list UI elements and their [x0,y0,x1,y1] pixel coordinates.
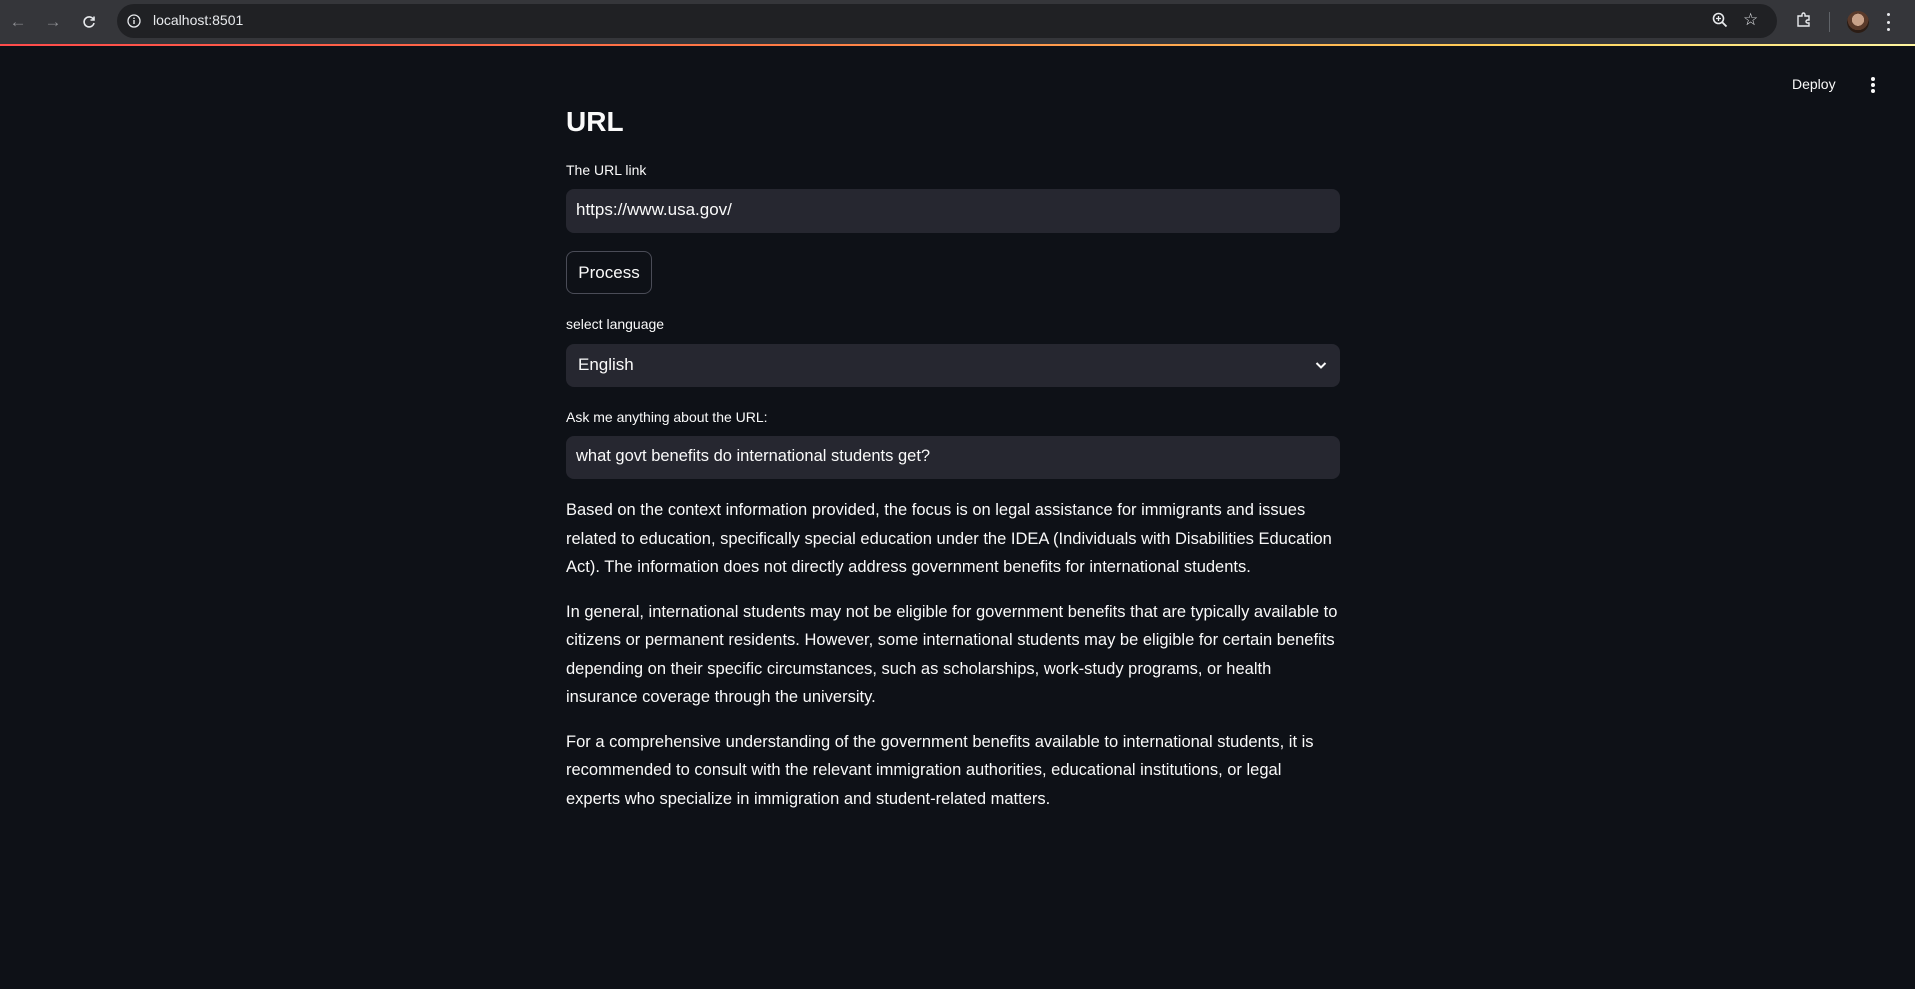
browser-menu-button[interactable] [1883,10,1893,34]
reload-button[interactable] [76,9,102,35]
address-bar[interactable]: localhost:8501 ☆ [117,4,1777,38]
app-status-bar [0,44,1915,46]
answer-paragraph: In general, international students may n… [566,602,1338,707]
deploy-button[interactable]: Deploy [1786,74,1842,94]
language-select[interactable]: English [566,344,1340,387]
reload-icon [83,16,95,28]
question-field-label: Ask me anything about the URL: [566,409,768,425]
zoom-icon[interactable] [1711,11,1729,34]
answer-text: Based on the context information provide… [566,496,1340,829]
browser-toolbar: ← → localhost:8501 ☆ [0,0,1915,44]
answer-paragraph: Based on the context information provide… [566,501,1332,576]
back-button[interactable]: ← [5,9,31,35]
profile-avatar[interactable] [1847,11,1869,33]
url-field-label: The URL link [566,162,647,178]
forward-button[interactable]: → [40,9,66,35]
kebab-menu-icon [1871,77,1875,81]
language-selected-value: English [578,355,634,374]
puzzle-icon[interactable] [1795,11,1813,34]
page-title: URL [566,106,624,137]
url-input[interactable]: https://www.usa.gov/ [566,189,1340,233]
answer-paragraph: For a comprehensive understanding of the… [566,732,1314,808]
arrow-right-icon: → [44,12,62,31]
question-input[interactable]: what govt benefits do international stud… [566,436,1340,479]
info-icon[interactable] [125,12,143,30]
url-text[interactable]: localhost:8501 [153,12,243,28]
star-icon[interactable]: ☆ [1743,10,1758,30]
chevron-down-icon [1314,357,1328,377]
process-button[interactable]: Process [566,251,652,294]
language-select-label: select language [566,316,665,332]
toolbar-divider [1829,12,1830,32]
arrow-left-icon: ← [9,12,27,31]
app-menu-button[interactable] [1868,75,1878,95]
